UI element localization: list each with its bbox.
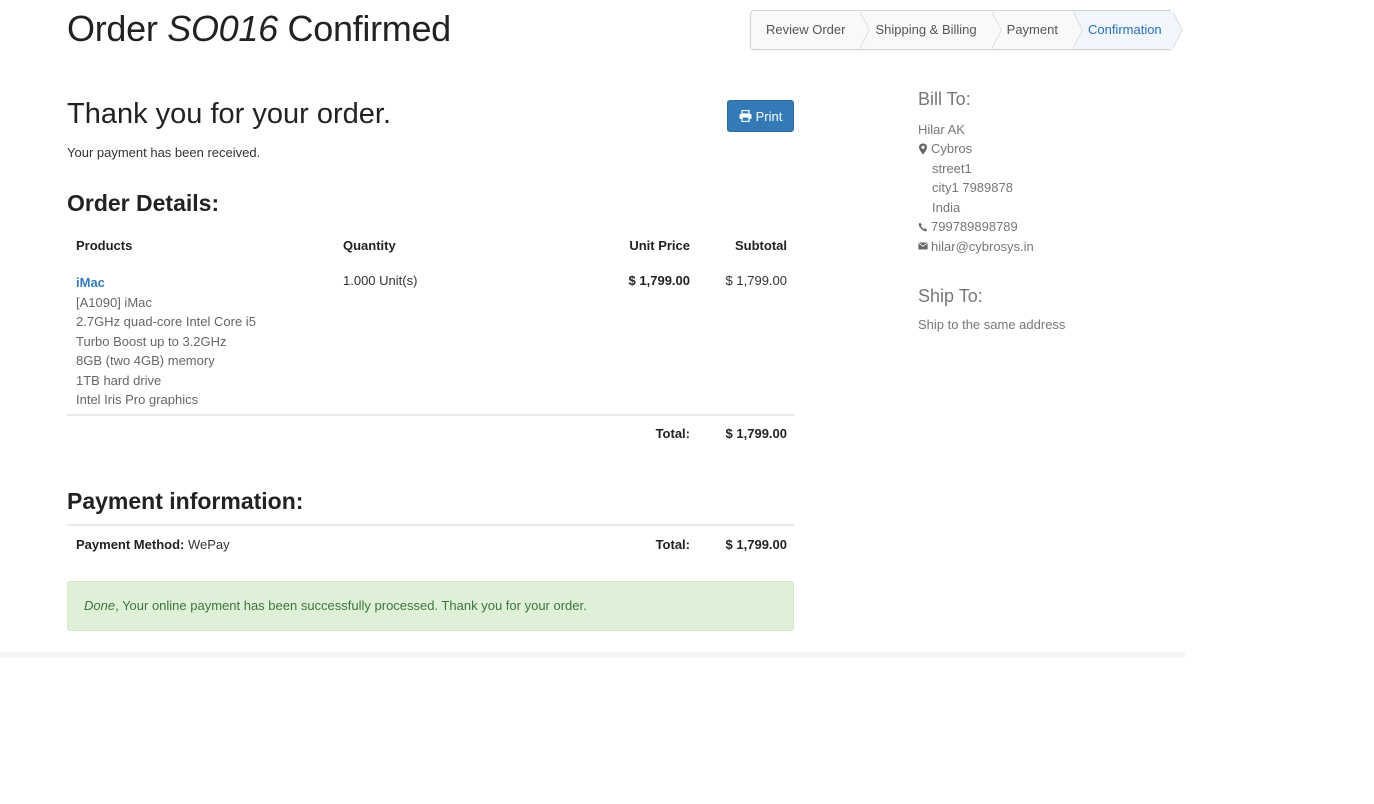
product-description-line: 8GB (two 4GB) memory: [76, 353, 215, 368]
checkout-progress-wizard: Review Order Shipping & Billing Payment …: [750, 10, 1183, 50]
wizard-step-payment[interactable]: Payment: [990, 11, 1084, 49]
ship-to-text: Ship to the same address: [918, 317, 1066, 332]
alert-status: Done: [84, 598, 116, 613]
billing-company-line: Cybros: [918, 139, 1034, 159]
column-header-unit-price: Unit Price: [629, 238, 690, 253]
product-description-line: 2.7GHz quad-core Intel Core i5: [76, 314, 256, 329]
payment-success-alert: Done, Your online payment has been succe…: [67, 581, 794, 631]
order-total-value: $ 1,799.00: [725, 426, 787, 441]
billing-phone-line: 799789898789: [918, 217, 1034, 237]
payment-total-value: $ 1,799.00: [725, 537, 787, 552]
product-description-line: 1TB hard drive: [76, 372, 162, 388]
table-row: iMac [A1090] iMac 2.7GHz quad-core Intel…: [76, 273, 256, 410]
line-quantity: 1.000 Unit(s): [343, 273, 418, 288]
billing-phone: 799789898789: [931, 219, 1018, 234]
column-header-products: Products: [76, 238, 133, 253]
payment-received-message: Your payment has been received.: [67, 145, 261, 160]
wizard-step-review-order[interactable]: Review Order: [751, 11, 871, 49]
table-divider: [67, 414, 794, 416]
billing-street: street1: [932, 160, 972, 176]
order-reference: SO016: [167, 8, 278, 49]
payment-information-title: Payment information:: [67, 488, 304, 514]
product-description-line: [A1090] iMac: [76, 294, 152, 310]
wizard-step-confirmation[interactable]: Confirmation: [1071, 11, 1183, 49]
product-description-line: Intel Iris Pro graphics: [76, 392, 199, 407]
bill-to-title: Bill To:: [918, 89, 971, 109]
alert-message: , Your online payment has been successfu…: [115, 598, 587, 613]
line-unit-price: $ 1,799.00: [628, 273, 690, 288]
title-suffix: Confirmed: [287, 8, 452, 49]
page-title: Order SO016 Confirmed: [67, 8, 451, 50]
payment-total-label: Total:: [655, 537, 690, 552]
wizard-step-shipping-billing[interactable]: Shipping & Billing: [859, 11, 1002, 49]
product-name-link[interactable]: iMac: [76, 273, 256, 293]
order-total-label: Total:: [655, 426, 690, 441]
footer-band: [0, 652, 1185, 658]
billing-city: city1 7989878: [932, 180, 1013, 195]
column-header-subtotal: Subtotal: [735, 238, 787, 253]
title-prefix: Order: [67, 8, 158, 49]
payment-method-label: Payment Method:: [76, 537, 185, 552]
billing-name: Hilar AK: [918, 122, 965, 137]
product-description-line: Turbo Boost up to 3.2GHz: [76, 333, 227, 349]
billing-company: Cybros: [931, 141, 973, 156]
print-button[interactable]: Print: [727, 100, 794, 132]
line-subtotal: $ 1,799.00: [725, 273, 787, 288]
column-header-quantity: Quantity: [343, 238, 396, 253]
billing-country: India: [932, 199, 961, 215]
payment-method: Payment Method: WePay: [76, 537, 230, 552]
order-details-title: Order Details:: [67, 190, 220, 216]
billing-email-line: hilar@cybrosys.in: [918, 237, 1034, 257]
print-button-label: Print: [755, 108, 783, 124]
phone-icon: [918, 222, 928, 232]
billing-email: hilar@cybrosys.in: [931, 238, 1034, 254]
map-marker-icon: [919, 143, 927, 155]
payment-method-value: WePay: [187, 537, 230, 552]
billing-address: Cybros street1 city1 7989878 India 79978…: [918, 139, 1034, 256]
print-icon: [739, 110, 752, 122]
payment-divider: [67, 524, 794, 526]
order-confirmation-page: Order SO016 Confirmed Review Order Shipp…: [0, 0, 1374, 804]
thank-you-heading: Thank you for your order.: [67, 98, 391, 130]
ship-to-title: Ship To:: [918, 286, 983, 306]
envelope-icon: [918, 242, 928, 250]
